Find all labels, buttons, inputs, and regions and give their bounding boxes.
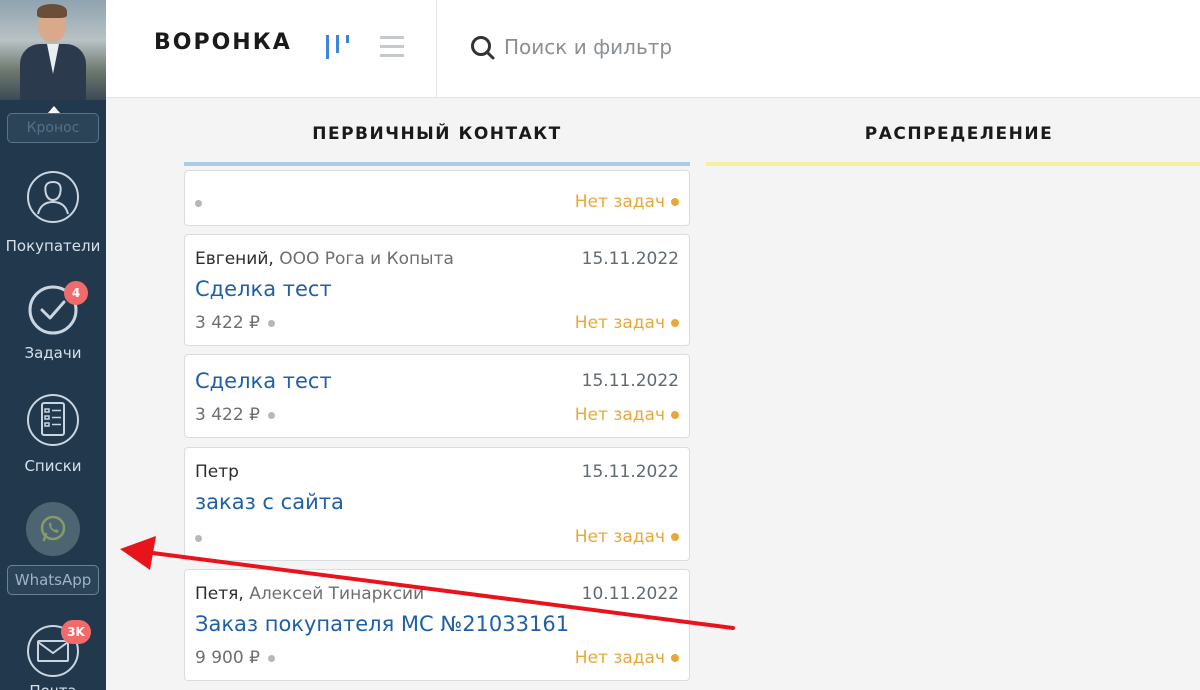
deal-card[interactable]: Петр 15.11.2022 заказ с сайта Нет задач <box>184 447 690 561</box>
tasks-dot <box>671 533 679 541</box>
deal-contact[interactable]: Петр <box>195 462 239 482</box>
status-dot <box>267 654 275 662</box>
search-input[interactable] <box>504 30 904 64</box>
tasks-dot <box>671 411 679 419</box>
tasks-status: Нет задач <box>575 648 679 668</box>
sidebar: Кронос Покупатели 4 Задачи Списки WhatsA… <box>0 0 106 690</box>
deal-date: 10.11.2022 <box>581 584 679 604</box>
page-title: ВОРОНКА <box>154 30 292 55</box>
kanban-view-icon[interactable] <box>324 33 354 59</box>
tasks-dot <box>671 198 679 206</box>
status-dot <box>267 411 275 419</box>
sidebar-item-label: Задачи <box>24 344 82 362</box>
tasks-status: Нет задач <box>575 313 679 333</box>
whatsapp-icon <box>40 515 66 542</box>
deal-price <box>195 528 202 548</box>
deal-date: 15.11.2022 <box>581 462 679 482</box>
deal-title[interactable]: заказ с сайта <box>195 490 344 514</box>
list-icon <box>27 394 79 446</box>
user-name: Кронос <box>26 120 80 136</box>
sidebar-item-label: Покупатели <box>5 237 101 255</box>
deal-price: 3 422 ₽ <box>195 405 275 425</box>
tasks-dot <box>671 319 679 327</box>
deal-title[interactable]: Заказ покупателя МС №21033161 <box>195 612 569 636</box>
deal-card[interactable]: Евгений, ООО Рога и Копыта 15.11.2022 Сд… <box>184 234 690 346</box>
header-divider <box>436 0 437 98</box>
deal-card[interactable]: Нет задач <box>184 170 690 226</box>
top-header: ВОРОНКА <box>106 0 1200 98</box>
customers-icon <box>27 171 79 223</box>
column-underline <box>706 162 1200 166</box>
tasks-status: Нет задач <box>575 405 679 425</box>
deal-price: 9 900 ₽ <box>195 648 275 668</box>
status-dot <box>267 319 275 327</box>
deal-title[interactable]: Сделка тест <box>195 369 332 393</box>
column-header-distribution: РАСПРЕДЕЛЕНИЕ <box>864 124 1054 144</box>
sidebar-item-label: Списки <box>24 457 82 475</box>
deal-contact[interactable]: Евгений, ООО Рога и Копыта <box>195 249 454 269</box>
tasks-status: Нет задач <box>575 192 679 212</box>
deal-date: 15.11.2022 <box>581 249 679 269</box>
status-dot <box>195 534 202 542</box>
deal-price: 3 422 ₽ <box>195 313 275 333</box>
deal-contact[interactable]: Петя, Алексей Тинарксий <box>195 584 424 604</box>
deal-date: 15.11.2022 <box>581 371 679 391</box>
column-header-primary-contact: ПЕРВИЧНЫЙ КОНТАКТ <box>312 124 562 144</box>
caret-up-icon <box>48 106 60 113</box>
deal-title[interactable]: Сделка тест <box>195 277 332 301</box>
deal-card[interactable]: Сделка тест 15.11.2022 3 422 ₽ Нет задач <box>184 354 690 438</box>
mail-badge: 3K <box>61 620 91 644</box>
sidebar-item-label: Почта <box>0 682 106 690</box>
avatar-hair <box>37 4 67 18</box>
column-underline <box>184 162 690 166</box>
avatar[interactable] <box>0 0 106 100</box>
deal-card[interactable]: Петя, Алексей Тинарксий 10.11.2022 Заказ… <box>184 569 690 681</box>
list-view-icon[interactable] <box>380 36 406 58</box>
tasks-badge: 4 <box>64 281 88 305</box>
search-icon[interactable] <box>470 35 496 61</box>
deal-price <box>195 193 202 213</box>
user-switcher[interactable]: Кронос <box>7 106 99 143</box>
status-dot <box>195 199 202 207</box>
tasks-dot <box>671 654 679 662</box>
tasks-status: Нет задач <box>575 527 679 547</box>
sidebar-item-label: WhatsApp <box>7 565 99 595</box>
